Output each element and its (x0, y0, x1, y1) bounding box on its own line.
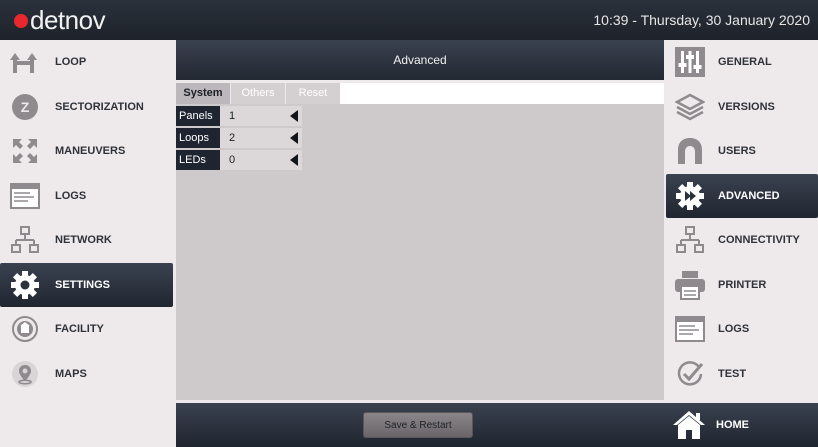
nav-label-general: GENERAL (718, 56, 772, 69)
logo-dot-icon (14, 14, 28, 28)
nav-label-printer: PRINTER (718, 278, 767, 291)
nav-item-users[interactable]: USERS (666, 129, 818, 174)
network-icon (10, 225, 40, 255)
nav-label-settings: SETTINGS (55, 278, 111, 291)
gear-icon (10, 270, 40, 300)
right-sidebar: GENERAL VERSIONS USERS ADVANCED CONNECTI… (666, 40, 818, 396)
home-button[interactable]: HOME (666, 403, 818, 447)
sectorization-icon: Z (10, 92, 40, 122)
footer-bar: Save & Restart (176, 403, 666, 447)
left-sidebar: LOOP Z SECTORIZATION MANEUVERS LOGS NETW… (0, 40, 173, 396)
logo-text: detnov (30, 5, 106, 35)
tab-reset[interactable]: Reset (285, 83, 340, 104)
home-icon (672, 409, 706, 441)
nav-item-facility[interactable]: FACILITY (0, 307, 173, 352)
detnov-logo: detnov (14, 5, 106, 35)
setting-value-loops-text: 2 (229, 132, 236, 144)
layers-icon (674, 92, 706, 122)
setting-row-panels: Panels 1 (176, 106, 302, 126)
nav-label-logs-right: LOGS (718, 323, 750, 336)
logs-icon (674, 314, 706, 344)
nav-item-logs[interactable]: LOGS (0, 174, 173, 219)
nav-item-network[interactable]: NETWORK (0, 218, 173, 263)
nav-item-maps[interactable]: MAPS (0, 352, 173, 397)
nav-label-facility: FACILITY (55, 323, 104, 336)
setting-label-panels: Panels (176, 106, 220, 126)
main-panel: Advanced System Others Reset Panels 1 Lo… (176, 40, 664, 403)
nav-label-sectorization: SECTORIZATION (55, 100, 144, 113)
nav-item-test[interactable]: TEST (666, 352, 818, 397)
tab-bar: System Others Reset (176, 83, 664, 104)
setting-row-loops: Loops 2 (176, 128, 302, 148)
setting-label-loops: Loops (176, 128, 220, 148)
left-footer (0, 403, 173, 447)
setting-value-panels[interactable]: 1 (220, 106, 302, 126)
logs-icon (10, 181, 40, 211)
save-restart-button[interactable]: Save & Restart (363, 412, 473, 438)
setting-label-leds: LEDs (176, 150, 220, 170)
system-settings-panel: Panels 1 Loops 2 LEDs 0 (176, 104, 664, 400)
nav-label-test: TEST (718, 367, 747, 380)
advanced-gear-icon (674, 181, 706, 211)
loop-icon (10, 47, 40, 77)
user-icon (674, 136, 706, 166)
page-title: Advanced (176, 40, 664, 80)
printer-icon (674, 270, 706, 300)
network-icon (674, 225, 706, 255)
nav-item-connectivity[interactable]: CONNECTIVITY (666, 218, 818, 263)
top-bar: detnov 10:39 - Thursday, 30 January 2020 (0, 0, 818, 40)
nav-label-advanced: ADVANCED (718, 189, 780, 202)
check-icon (674, 359, 706, 389)
tab-system[interactable]: System (176, 83, 230, 104)
nav-label-maneuvers: MANEUVERS (55, 145, 126, 158)
nav-label-users: USERS (718, 145, 756, 158)
maneuvers-icon (10, 136, 40, 166)
nav-item-settings[interactable]: SETTINGS (0, 262, 173, 307)
setting-value-loops[interactable]: 2 (220, 128, 302, 148)
nav-item-printer[interactable]: PRINTER (666, 263, 818, 308)
datetime: 10:39 - Thursday, 30 January 2020 (593, 12, 810, 28)
nav-item-maneuvers[interactable]: MANEUVERS (0, 129, 173, 174)
nav-item-general[interactable]: GENERAL (666, 40, 818, 85)
setting-value-panels-text: 1 (229, 110, 236, 122)
tab-bar-filler (340, 83, 664, 104)
decrease-arrow-icon[interactable] (290, 132, 298, 144)
setting-value-leds[interactable]: 0 (220, 150, 302, 170)
nav-item-sectorization[interactable]: Z SECTORIZATION (0, 85, 173, 130)
setting-value-leds-text: 0 (229, 154, 236, 166)
nav-label-versions: VERSIONS (718, 100, 775, 113)
nav-label-connectivity: CONNECTIVITY (718, 234, 800, 247)
decrease-arrow-icon[interactable] (290, 110, 298, 122)
tab-others[interactable]: Others (230, 83, 285, 104)
home-label: HOME (716, 419, 749, 431)
nav-label-logs: LOGS (55, 189, 87, 202)
nav-item-advanced[interactable]: ADVANCED (666, 173, 818, 218)
sliders-icon (674, 47, 706, 78)
map-pin-icon (10, 359, 40, 389)
setting-row-leds: LEDs 0 (176, 150, 302, 170)
nav-item-versions[interactable]: VERSIONS (666, 85, 818, 130)
nav-item-loop[interactable]: LOOP (0, 40, 173, 85)
nav-item-logs-right[interactable]: LOGS (666, 307, 818, 352)
facility-icon (10, 314, 40, 344)
nav-label-network: NETWORK (55, 234, 112, 247)
decrease-arrow-icon[interactable] (290, 154, 298, 166)
nav-label-loop: LOOP (55, 56, 87, 69)
svg-text:Z: Z (21, 99, 30, 115)
nav-label-maps: MAPS (55, 367, 87, 380)
